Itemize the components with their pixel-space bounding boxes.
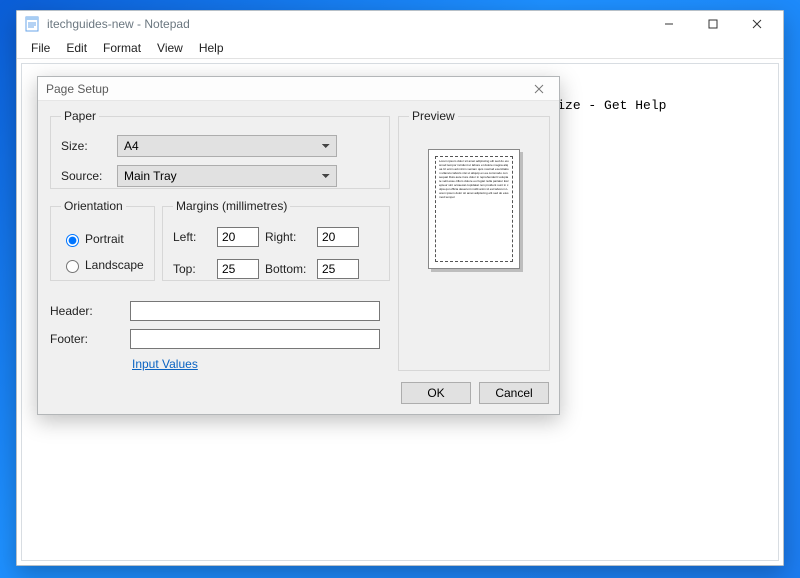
notepad-window: itechguides-new - Notepad File Edit Form… [16,10,784,566]
paper-group: Paper Size: A4 Source: Main Tray [50,109,390,189]
footer-input[interactable] [130,329,380,349]
margins-group: Margins (millimetres) Left: Right: Top: … [162,199,390,281]
maximize-button[interactable] [691,11,735,37]
menu-help[interactable]: Help [191,39,232,57]
margin-bottom-input[interactable] [317,259,359,279]
input-values-link[interactable]: Input Values [132,357,198,371]
landscape-label: Landscape [85,258,144,272]
menubar: File Edit Format View Help [17,37,783,59]
preview-legend: Preview [409,109,458,123]
dialog-titlebar[interactable]: Page Setup [38,77,559,101]
paper-legend: Paper [61,109,99,123]
menu-format[interactable]: Format [95,39,149,57]
window-controls [647,11,779,37]
preview-page-icon: Lorem ipsum dolor sit amet adipiscing el… [428,149,520,269]
margins-legend: Margins (millimetres) [173,199,290,213]
header-label: Header: [50,304,130,318]
paper-source-label: Source: [61,169,117,183]
orientation-group: Orientation Portrait Landscape [50,199,155,281]
orientation-legend: Orientation [61,199,126,213]
minimize-button[interactable] [647,11,691,37]
titlebar[interactable]: itechguides-new - Notepad [17,11,783,37]
paper-size-select[interactable]: A4 [117,135,337,157]
menu-view[interactable]: View [149,39,191,57]
landscape-radio[interactable]: Landscape [61,257,144,273]
margin-right-label: Right: [265,230,311,244]
margin-left-label: Left: [173,230,211,244]
menu-file[interactable]: File [23,39,58,57]
margin-top-label: Top: [173,262,211,276]
margin-right-input[interactable] [317,227,359,247]
header-input[interactable] [130,301,380,321]
margin-bottom-label: Bottom: [265,262,311,276]
margin-top-input[interactable] [217,259,259,279]
preview-area: Lorem ipsum dolor sit amet adipiscing el… [409,131,539,360]
close-button[interactable] [735,11,779,37]
footer-label: Footer: [50,332,130,346]
portrait-radio-input[interactable] [66,234,79,247]
ok-button[interactable]: OK [401,382,471,404]
footer-row: Footer: [50,329,380,349]
cancel-button[interactable]: Cancel [479,382,549,404]
margin-left-input[interactable] [217,227,259,247]
menu-edit[interactable]: Edit [58,39,95,57]
window-title: itechguides-new - Notepad [47,17,190,31]
page-setup-dialog: Page Setup Paper Size: A4 Sour [37,76,560,415]
notepad-icon [25,16,41,32]
dialog-title-text: Page Setup [46,82,109,96]
portrait-label: Portrait [85,232,124,246]
portrait-radio[interactable]: Portrait [61,231,144,247]
preview-group: Preview Lorem ipsum dolor sit amet adipi… [398,109,550,371]
dialog-buttons: OK Cancel [401,382,549,404]
landscape-radio-input[interactable] [66,260,79,273]
dialog-body: Paper Size: A4 Source: Main Tray [38,101,559,414]
paper-source-select[interactable]: Main Tray [117,165,337,187]
desktop: itechguides-new - Notepad File Edit Form… [0,0,800,578]
dialog-close-button[interactable] [525,78,553,100]
header-row: Header: [50,301,380,321]
paper-size-label: Size: [61,139,117,153]
